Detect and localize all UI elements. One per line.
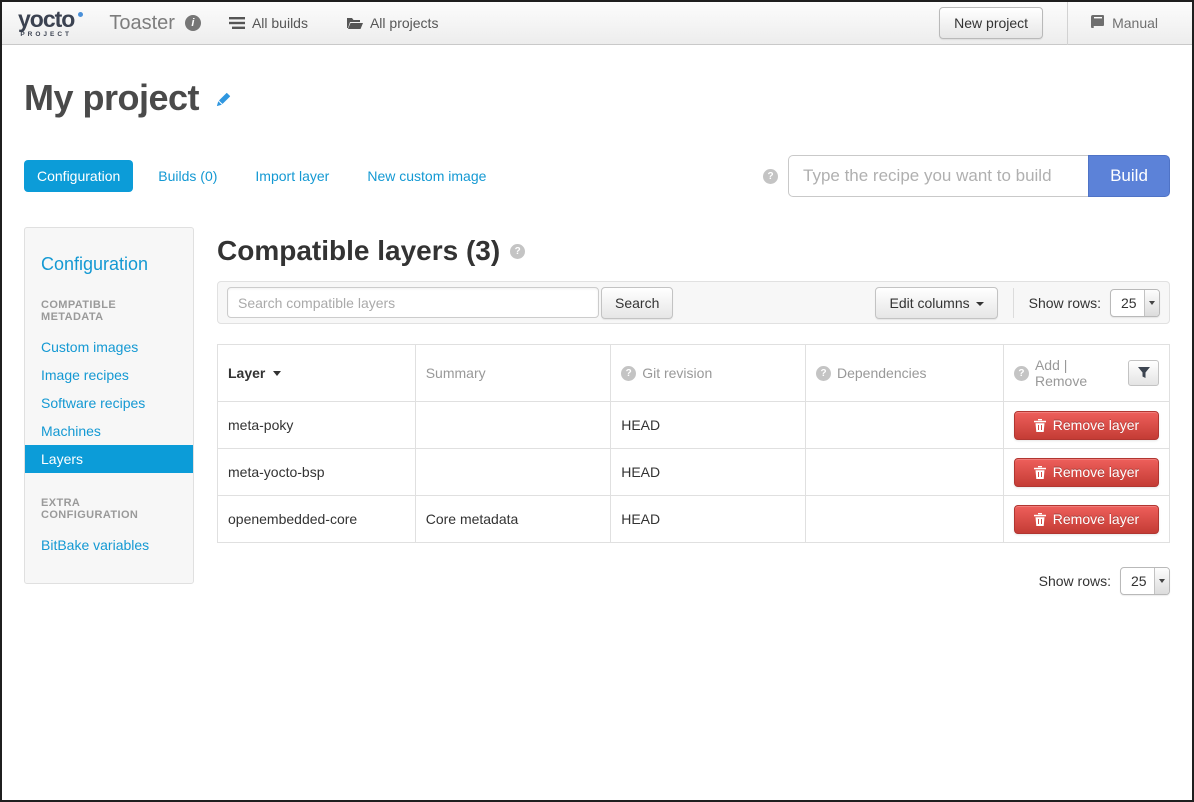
folder-open-icon (346, 17, 363, 30)
column-header-dependencies: ?Dependencies (806, 345, 1004, 402)
list-icon (229, 17, 245, 29)
sidebar-item-image-recipes[interactable]: Image recipes (25, 361, 193, 389)
trash-icon (1034, 419, 1046, 432)
column-header-layer[interactable]: Layer (218, 345, 416, 402)
chevron-down-icon (976, 302, 984, 306)
content-area: Compatible layers (3) ? Search Edit colu… (217, 227, 1170, 595)
cell-summary (415, 449, 611, 496)
compatible-layers-heading: Compatible layers (3) (217, 235, 500, 267)
recipe-input[interactable] (788, 155, 1088, 197)
table-toolbar: Search Edit columns Show rows: 25 (217, 281, 1170, 324)
table-row: meta-yocto-bsp HEAD Remove layer (218, 449, 1170, 496)
cell-layer-name: meta-yocto-bsp (218, 449, 416, 496)
cell-summary (415, 402, 611, 449)
remove-layer-button[interactable]: Remove layer (1014, 411, 1159, 440)
nav-all-projects-label: All projects (370, 15, 438, 31)
question-circle-icon[interactable]: ? (816, 366, 831, 381)
remove-layer-button[interactable]: Remove layer (1014, 458, 1159, 487)
logo-sub-text: PROJECT (20, 32, 72, 39)
nav-all-builds-label: All builds (252, 15, 308, 31)
table-row: meta-poky HEAD Remove layer (218, 402, 1170, 449)
tab-builds[interactable]: Builds (0) (145, 160, 230, 192)
yocto-logo[interactable]: yocto PROJECT (18, 8, 83, 39)
table-row: openembedded-core Core metadata HEAD Rem… (218, 496, 1170, 543)
question-circle-icon[interactable]: ? (763, 169, 778, 184)
page-body: My project Configuration Builds (0) Impo… (2, 77, 1192, 595)
nav-all-builds[interactable]: All builds (229, 15, 308, 31)
sidebar-item-custom-images[interactable]: Custom images (25, 333, 193, 361)
sidebar-item-machines[interactable]: Machines (25, 417, 193, 445)
cell-action: Remove layer (1003, 449, 1169, 496)
build-form: ? Build (763, 155, 1170, 197)
page-title-row: My project (24, 77, 1170, 119)
toolbar-divider (1013, 288, 1014, 318)
sort-caret-icon (273, 371, 281, 376)
remove-layer-button[interactable]: Remove layer (1014, 505, 1159, 534)
cell-action: Remove layer (1003, 402, 1169, 449)
logo-dot (78, 12, 83, 17)
tab-import-layer[interactable]: Import layer (242, 160, 342, 192)
show-rows-value: 25 (1121, 568, 1154, 594)
bottom-pagination: Show rows: 25 (217, 567, 1170, 595)
sidebar-item-bitbake-variables[interactable]: BitBake variables (25, 531, 193, 559)
trash-icon (1034, 466, 1046, 479)
cell-git-revision: HEAD (611, 496, 806, 543)
main-columns: Configuration COMPATIBLE METADATA Custom… (24, 227, 1170, 595)
manual-label: Manual (1112, 15, 1158, 31)
top-navbar: yocto PROJECT Toaster i All builds All p… (2, 2, 1192, 45)
content-heading-row: Compatible layers (3) ? (217, 235, 1170, 267)
show-rows-label: Show rows: (1029, 295, 1101, 311)
config-sidebar: Configuration COMPATIBLE METADATA Custom… (24, 227, 194, 584)
cell-dependencies (806, 496, 1004, 543)
manual-link[interactable]: Manual (1068, 2, 1192, 45)
sidebar-heading-compatible-metadata: COMPATIBLE METADATA (25, 299, 193, 323)
column-header-summary: Summary (415, 345, 611, 402)
search-button[interactable]: Search (601, 287, 673, 319)
cell-git-revision: HEAD (611, 402, 806, 449)
show-rows-select[interactable]: 25 (1120, 567, 1170, 595)
column-header-git-revision: ?Git revision (611, 345, 806, 402)
question-circle-icon[interactable]: ? (510, 244, 525, 259)
trash-icon (1034, 513, 1046, 526)
sidebar-item-software-recipes[interactable]: Software recipes (25, 389, 193, 417)
sidebar-item-layers[interactable]: Layers (25, 445, 193, 473)
page-title: My project (24, 77, 199, 119)
nav-all-projects[interactable]: All projects (346, 15, 438, 31)
sidebar-heading-extra-configuration: EXTRA CONFIGURATION (25, 497, 193, 521)
app-name: Toaster (109, 12, 175, 35)
show-rows-label: Show rows: (1039, 573, 1111, 589)
edit-columns-button[interactable]: Edit columns (875, 287, 997, 319)
tab-new-custom-image[interactable]: New custom image (354, 160, 499, 192)
cell-dependencies (806, 449, 1004, 496)
chevron-down-icon (1144, 290, 1159, 316)
search-input[interactable] (227, 287, 599, 318)
compatible-layers-table: Layer Summary ?Git revision ?Dependencie… (217, 344, 1170, 543)
chevron-down-icon (1154, 568, 1169, 594)
cell-summary: Core metadata (415, 496, 611, 543)
funnel-icon[interactable] (1128, 360, 1159, 386)
cell-dependencies (806, 402, 1004, 449)
cell-layer-name: meta-poky (218, 402, 416, 449)
question-circle-icon[interactable]: ? (621, 366, 636, 381)
cell-git-revision: HEAD (611, 449, 806, 496)
column-header-add-remove: ?Add | Remove (1003, 345, 1169, 402)
table-header-row: Layer Summary ?Git revision ?Dependencie… (218, 345, 1170, 402)
tab-configuration[interactable]: Configuration (24, 160, 133, 192)
build-button[interactable]: Build (1088, 155, 1170, 197)
pencil-icon[interactable] (213, 91, 232, 115)
cell-action: Remove layer (1003, 496, 1169, 543)
show-rows-value: 25 (1111, 290, 1144, 316)
question-circle-icon[interactable]: ? (1014, 366, 1029, 381)
logo-brand-text: yocto (18, 8, 74, 31)
show-rows-select[interactable]: 25 (1110, 289, 1160, 317)
sidebar-title-configuration[interactable]: Configuration (25, 254, 193, 275)
project-tabs-row: Configuration Builds (0) Import layer Ne… (24, 155, 1170, 197)
info-icon[interactable]: i (185, 15, 201, 31)
book-icon (1090, 15, 1105, 31)
new-project-button[interactable]: New project (939, 7, 1043, 39)
cell-layer-name: openembedded-core (218, 496, 416, 543)
